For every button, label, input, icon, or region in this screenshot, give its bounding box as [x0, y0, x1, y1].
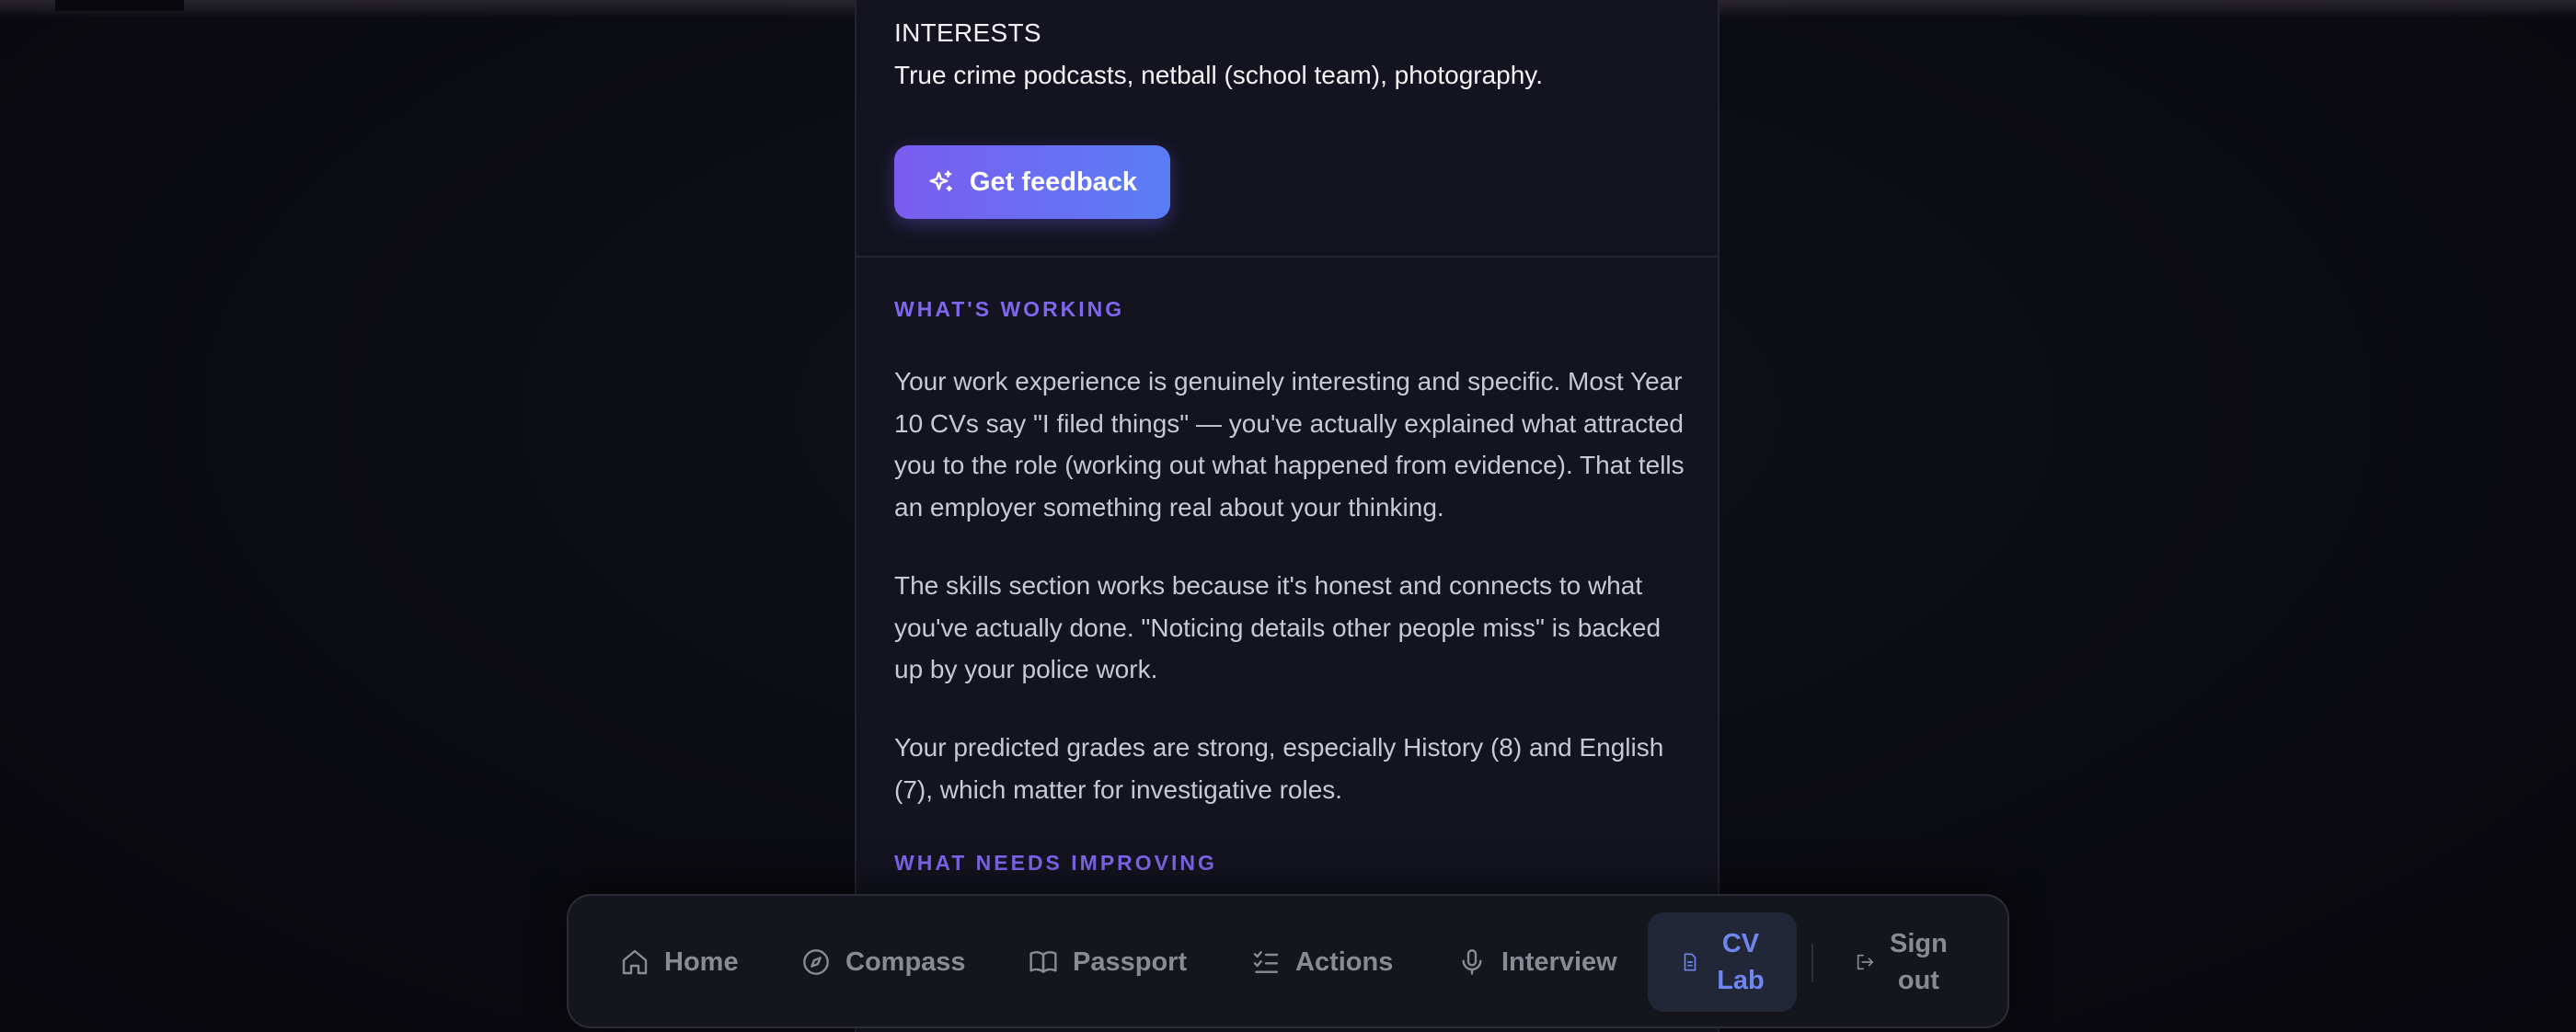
nav-cv-lab-label-line2: Lab — [1717, 966, 1765, 995]
feedback-paragraph: The skills section works because it's ho… — [894, 571, 1662, 683]
cv-card: INTERESTS True crime podcasts, netball (… — [855, 0, 1719, 1032]
get-feedback-label: Get feedback — [969, 166, 1138, 197]
feedback-paragraph: Your predicted grades are strong, especi… — [894, 733, 1664, 804]
checklist-icon — [1253, 951, 1279, 973]
nav-cv-lab[interactable]: CV Lab — [1648, 912, 1797, 1012]
nav-sign-out[interactable]: Sign out — [1855, 912, 1948, 1012]
logout-icon — [1857, 954, 1874, 970]
home-icon — [622, 949, 648, 975]
whats-needs-improving-heading: WHAT NEEDS IMPROVING — [894, 851, 1217, 875]
nav-separator — [1811, 944, 1813, 982]
microphone-icon — [1462, 949, 1482, 975]
nav-actions-label: Actions — [1295, 946, 1394, 977]
section-divider — [857, 256, 1718, 258]
compass-icon — [803, 949, 829, 975]
nav-home-label: Home — [664, 946, 739, 977]
nav-passport-label: Passport — [1073, 946, 1188, 977]
feedback-paragraph: Your work experience is genuinely intere… — [894, 367, 1685, 522]
nav-compass-label: Compass — [845, 946, 966, 977]
nav-sign-out-label-line2: out — [1897, 966, 1939, 995]
book-icon — [1029, 951, 1057, 973]
interests-label: INTERESTS — [894, 18, 1041, 47]
nav-cv-lab-label-line1: CV — [1721, 929, 1760, 958]
whats-working-heading: WHAT'S WORKING — [894, 297, 1125, 321]
nav-sign-out-label-line1: Sign — [1890, 929, 1948, 958]
nav-interview[interactable]: Interview — [1457, 912, 1617, 1012]
document-icon — [1684, 953, 1696, 971]
nav-home[interactable]: Home — [620, 912, 739, 1012]
nav-passport[interactable]: Passport — [1029, 912, 1187, 1012]
interests-text: True crime podcasts, netball (school tea… — [894, 61, 1544, 89]
nav-actions[interactable]: Actions — [1251, 912, 1393, 1012]
nav-interview-label: Interview — [1501, 946, 1617, 977]
get-feedback-button[interactable]: Get feedback — [894, 145, 1170, 219]
sparkles-icon — [929, 170, 952, 191]
bottom-nav: Home Compass Passport Actions Interview — [567, 894, 2009, 1028]
nav-compass[interactable]: Compass — [801, 912, 966, 1012]
